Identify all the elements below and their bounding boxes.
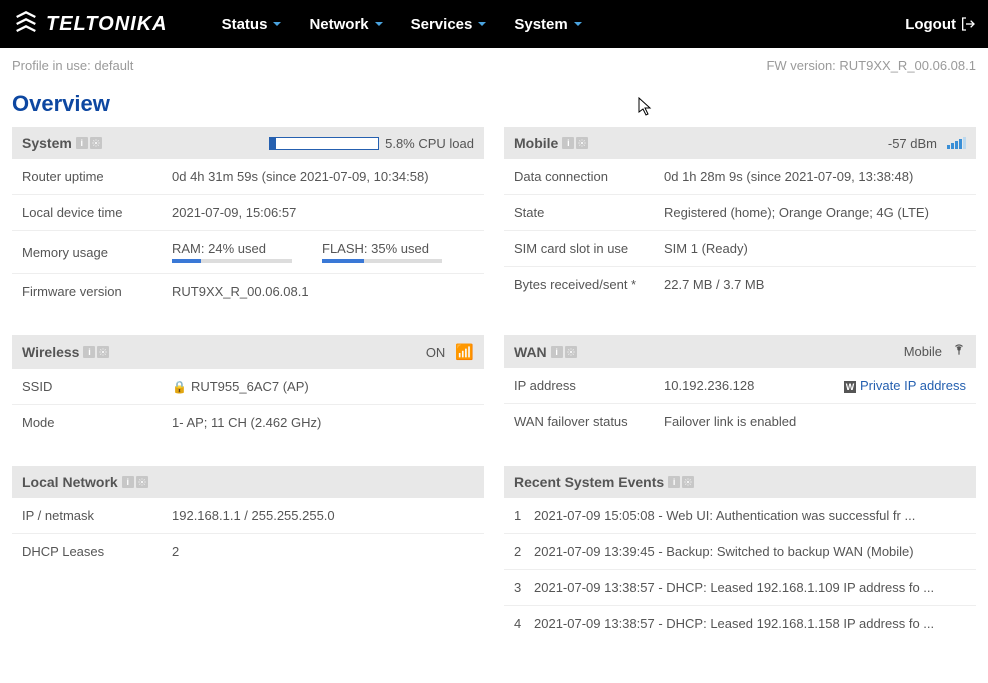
failover-label: WAN failover status	[514, 414, 664, 429]
memory-label: Memory usage	[22, 245, 172, 260]
info-icon[interactable]: i	[76, 137, 88, 149]
teltonika-logo-icon	[12, 10, 40, 38]
gear-icon[interactable]	[97, 346, 109, 358]
event-row: 32021-07-09 13:38:57 - DHCP: Leased 192.…	[504, 570, 976, 606]
brand-logo[interactable]: TELTONIKA	[12, 10, 168, 38]
dhcp-value: 2	[172, 544, 474, 559]
gear-icon[interactable]	[90, 137, 102, 149]
nav-network[interactable]: Network	[295, 0, 396, 48]
wan-status: Mobile	[904, 344, 942, 359]
gear-icon[interactable]	[576, 137, 588, 149]
event-row: 12021-07-09 15:05:08 - Web UI: Authentic…	[504, 498, 976, 534]
info-icon[interactable]: i	[83, 346, 95, 358]
signal-strength: -57 dBm	[888, 136, 937, 151]
mode-value: 1- AP; 11 CH (2.462 GHz)	[172, 415, 474, 430]
gear-icon[interactable]	[565, 346, 577, 358]
caret-down-icon	[273, 22, 281, 26]
mobile-panel-title: Mobile	[514, 135, 558, 151]
info-icon[interactable]: i	[668, 476, 680, 488]
caret-down-icon	[574, 22, 582, 26]
dhcp-label: DHCP Leases	[22, 544, 172, 559]
cpu-load-bar	[269, 137, 379, 150]
wireless-panel-title: Wireless	[22, 344, 79, 360]
nav-services[interactable]: Services	[397, 0, 501, 48]
ram-usage: RAM: 24% used	[172, 241, 292, 263]
main-nav: Status Network Services System	[208, 0, 596, 48]
wiki-icon: W	[844, 381, 856, 393]
sim-label: SIM card slot in use	[514, 241, 664, 256]
mobile-panel: Mobile i -57 dBm Data connection0d 1h 28…	[504, 127, 976, 309]
local-network-panel: Local Network i IP / netmask192.168.1.1 …	[12, 466, 484, 641]
info-icon[interactable]: i	[562, 137, 574, 149]
caret-down-icon	[478, 22, 486, 26]
wifi-icon: 📶	[455, 343, 474, 361]
event-index: 2	[514, 544, 534, 559]
event-text: 2021-07-09 13:39:45 - Backup: Switched t…	[534, 544, 914, 559]
gear-icon[interactable]	[682, 476, 694, 488]
nav-system[interactable]: System	[500, 0, 595, 48]
antenna-icon	[952, 343, 966, 360]
signal-bars-icon	[947, 137, 966, 149]
caret-down-icon	[375, 22, 383, 26]
bytes-value: 22.7 MB / 3.7 MB	[664, 277, 966, 292]
event-text: 2021-07-09 13:38:57 - DHCP: Leased 192.1…	[534, 580, 934, 595]
local-panel-title: Local Network	[22, 474, 118, 490]
brand-text: TELTONIKA	[46, 13, 168, 36]
event-text: 2021-07-09 13:38:57 - DHCP: Leased 192.1…	[534, 616, 934, 631]
event-index: 4	[514, 616, 534, 631]
events-panel: Recent System Events i 12021-07-09 15:05…	[504, 466, 976, 641]
event-index: 3	[514, 580, 534, 595]
logout-icon	[960, 16, 976, 32]
logout-button[interactable]: Logout	[905, 16, 976, 33]
bytes-label: Bytes received/sent *	[514, 277, 664, 292]
uptime-label: Router uptime	[22, 169, 172, 184]
failover-value: Failover link is enabled	[664, 414, 966, 429]
event-row: 22021-07-09 13:39:45 - Backup: Switched …	[504, 534, 976, 570]
event-text: 2021-07-09 15:05:08 - Web UI: Authentica…	[534, 508, 915, 523]
top-navbar: TELTONIKA Status Network Services System…	[0, 0, 988, 48]
state-label: State	[514, 205, 664, 220]
lan-ip-label: IP / netmask	[22, 508, 172, 523]
ssid-value: 🔒RUT955_6AC7 (AP)	[172, 379, 474, 394]
sub-header: Profile in use: default FW version: RUT9…	[0, 48, 988, 77]
nav-status[interactable]: Status	[208, 0, 296, 48]
data-conn-value: 0d 1h 28m 9s (since 2021-07-09, 13:38:48…	[664, 169, 966, 184]
local-time-value: 2021-07-09, 15:06:57	[172, 205, 474, 220]
lock-icon: 🔒	[172, 380, 187, 394]
wireless-status: ON	[426, 345, 446, 360]
fw-version-label: FW version: RUT9XX_R_00.06.08.1	[766, 58, 976, 73]
wan-panel: WAN i Mobile IP address 10.192.236.128 W…	[504, 335, 976, 440]
wan-ip-label: IP address	[514, 378, 664, 393]
wan-panel-title: WAN	[514, 344, 547, 360]
wireless-panel: Wireless i ON 📶 SSID 🔒RUT955_6AC7 (AP) M…	[12, 335, 484, 440]
uptime-value: 0d 4h 31m 59s (since 2021-07-09, 10:34:5…	[172, 169, 474, 184]
ssid-label: SSID	[22, 379, 172, 394]
profile-label: Profile in use: default	[12, 58, 133, 73]
events-panel-title: Recent System Events	[514, 474, 664, 490]
fw-value: RUT9XX_R_00.06.08.1	[172, 284, 474, 299]
flash-usage: FLASH: 35% used	[322, 241, 442, 263]
info-icon[interactable]: i	[551, 346, 563, 358]
local-time-label: Local device time	[22, 205, 172, 220]
page-title: Overview	[0, 77, 988, 127]
cpu-load-text: 5.8% CPU load	[385, 136, 474, 151]
wan-ip-value: 10.192.236.128	[664, 378, 754, 393]
event-row: 42021-07-09 13:38:57 - DHCP: Leased 192.…	[504, 606, 976, 641]
info-icon[interactable]: i	[122, 476, 134, 488]
sim-value: SIM 1 (Ready)	[664, 241, 966, 256]
mode-label: Mode	[22, 415, 172, 430]
event-index: 1	[514, 508, 534, 523]
system-panel-title: System	[22, 135, 72, 151]
fw-label: Firmware version	[22, 284, 172, 299]
gear-icon[interactable]	[136, 476, 148, 488]
system-panel: System i 5.8% CPU load Router uptime0d 4…	[12, 127, 484, 309]
lan-ip-value: 192.168.1.1 / 255.255.255.0	[172, 508, 474, 523]
private-ip-link[interactable]: WPrivate IP address	[844, 378, 966, 393]
state-value: Registered (home); Orange Orange; 4G (LT…	[664, 205, 966, 220]
data-conn-label: Data connection	[514, 169, 664, 184]
